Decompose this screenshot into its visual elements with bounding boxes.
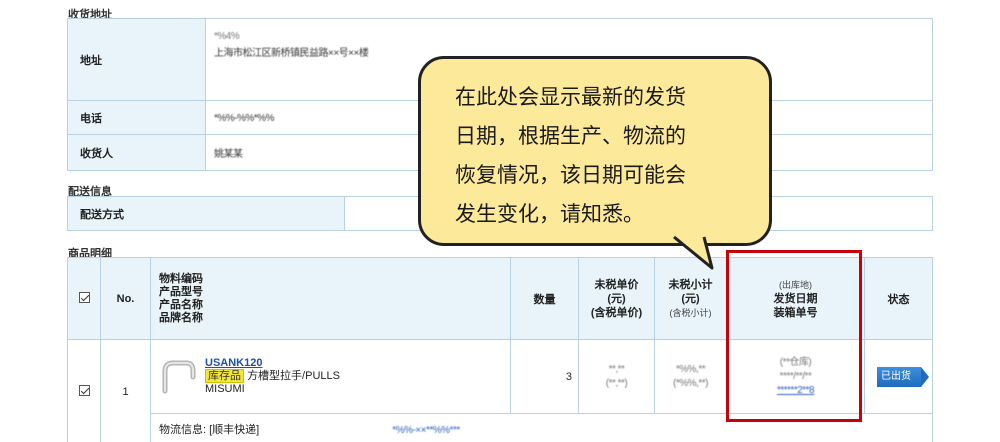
col-unit-price-label: 未税单价 — [594, 278, 639, 291]
logistics-label: 物流信息: [顺丰快递] — [159, 423, 260, 436]
row-no: 1 — [100, 339, 151, 442]
col-status: 状态 — [864, 257, 933, 340]
select-all-checkbox[interactable] — [78, 291, 90, 303]
col-unit-price-sub: (含税单价) — [590, 306, 643, 319]
receiver-text: 姚某某 — [214, 149, 243, 160]
callout-line-1: 在此处会显示最新的发货 — [455, 85, 686, 109]
callout-tail — [673, 236, 714, 270]
stock-badge: 库存品 — [205, 369, 244, 383]
col-unit-price: 未税单价 (元) (含税单价) — [578, 257, 655, 340]
col-item-model: 产品型号 — [159, 285, 203, 298]
col-item-name: 产品名称 — [159, 298, 203, 311]
row-unit-price-tax: (**,**) — [605, 377, 628, 389]
row-subtotal-value: *%%,** — [675, 363, 706, 375]
product-name: 方槽型拉手/PULLS — [247, 370, 340, 382]
delivery-method-label: 配送方式 — [67, 196, 345, 231]
callout-line-4: 发生变化，请知悉。 — [455, 202, 644, 226]
col-item-brand: 品牌名称 — [159, 311, 203, 324]
callout-line-3: 恢复情况，该日期可能会 — [455, 163, 686, 187]
row-unit-price: **,** (**,**) — [578, 339, 655, 414]
row-status: 已出货 — [864, 339, 933, 414]
select-all-cell[interactable] — [67, 257, 101, 340]
row-subtotal: *%%,** (*%%,**) — [654, 339, 727, 414]
col-item-info: 物料编码 产品型号 产品名称 品牌名称 — [150, 257, 511, 340]
product-brand: MISUMI — [205, 383, 245, 395]
phone-text: *%%-%%*%% — [214, 112, 274, 124]
row-subtotal-tax: (*%%,**) — [673, 377, 708, 389]
col-item-code: 物料编码 — [159, 272, 203, 285]
col-subtotal-label: 未税小计 — [668, 278, 713, 291]
status-badge: 已出货 — [877, 366, 929, 387]
col-subtotal-unit: (元) — [681, 292, 700, 305]
row-item-info: USANK120 库存品 方槽型拉手/PULLS MISUMI — [150, 339, 511, 414]
callout-line-2: 日期，根据生产、物流的 — [455, 124, 686, 148]
address-line1: *%4% — [214, 31, 240, 42]
ship-date-highlight — [726, 250, 862, 422]
col-subtotal-sub: (含税小计) — [669, 307, 712, 318]
product-thumbnail-icon — [162, 360, 196, 393]
logistics-tracking[interactable]: *%%-××**%%*** — [392, 425, 460, 436]
col-qty: 数量 — [510, 257, 579, 340]
receiver-label: 收货人 — [67, 134, 206, 171]
row-checkbox[interactable] — [78, 384, 90, 396]
col-no: No. — [100, 257, 151, 340]
row-unit-price-value: **,** — [608, 363, 625, 375]
product-code-link[interactable]: USANK120 — [205, 357, 262, 369]
address-label: 地址 — [67, 18, 206, 101]
callout-text: 在此处会显示最新的发货 日期，根据生产、物流的 恢复情况，该日期可能会 发生变化… — [455, 78, 745, 234]
phone-label: 电话 — [67, 100, 206, 135]
row-qty: 3 — [510, 339, 579, 414]
row-select-cell[interactable] — [67, 339, 101, 442]
col-unit-price-unit: (元) — [607, 292, 626, 305]
